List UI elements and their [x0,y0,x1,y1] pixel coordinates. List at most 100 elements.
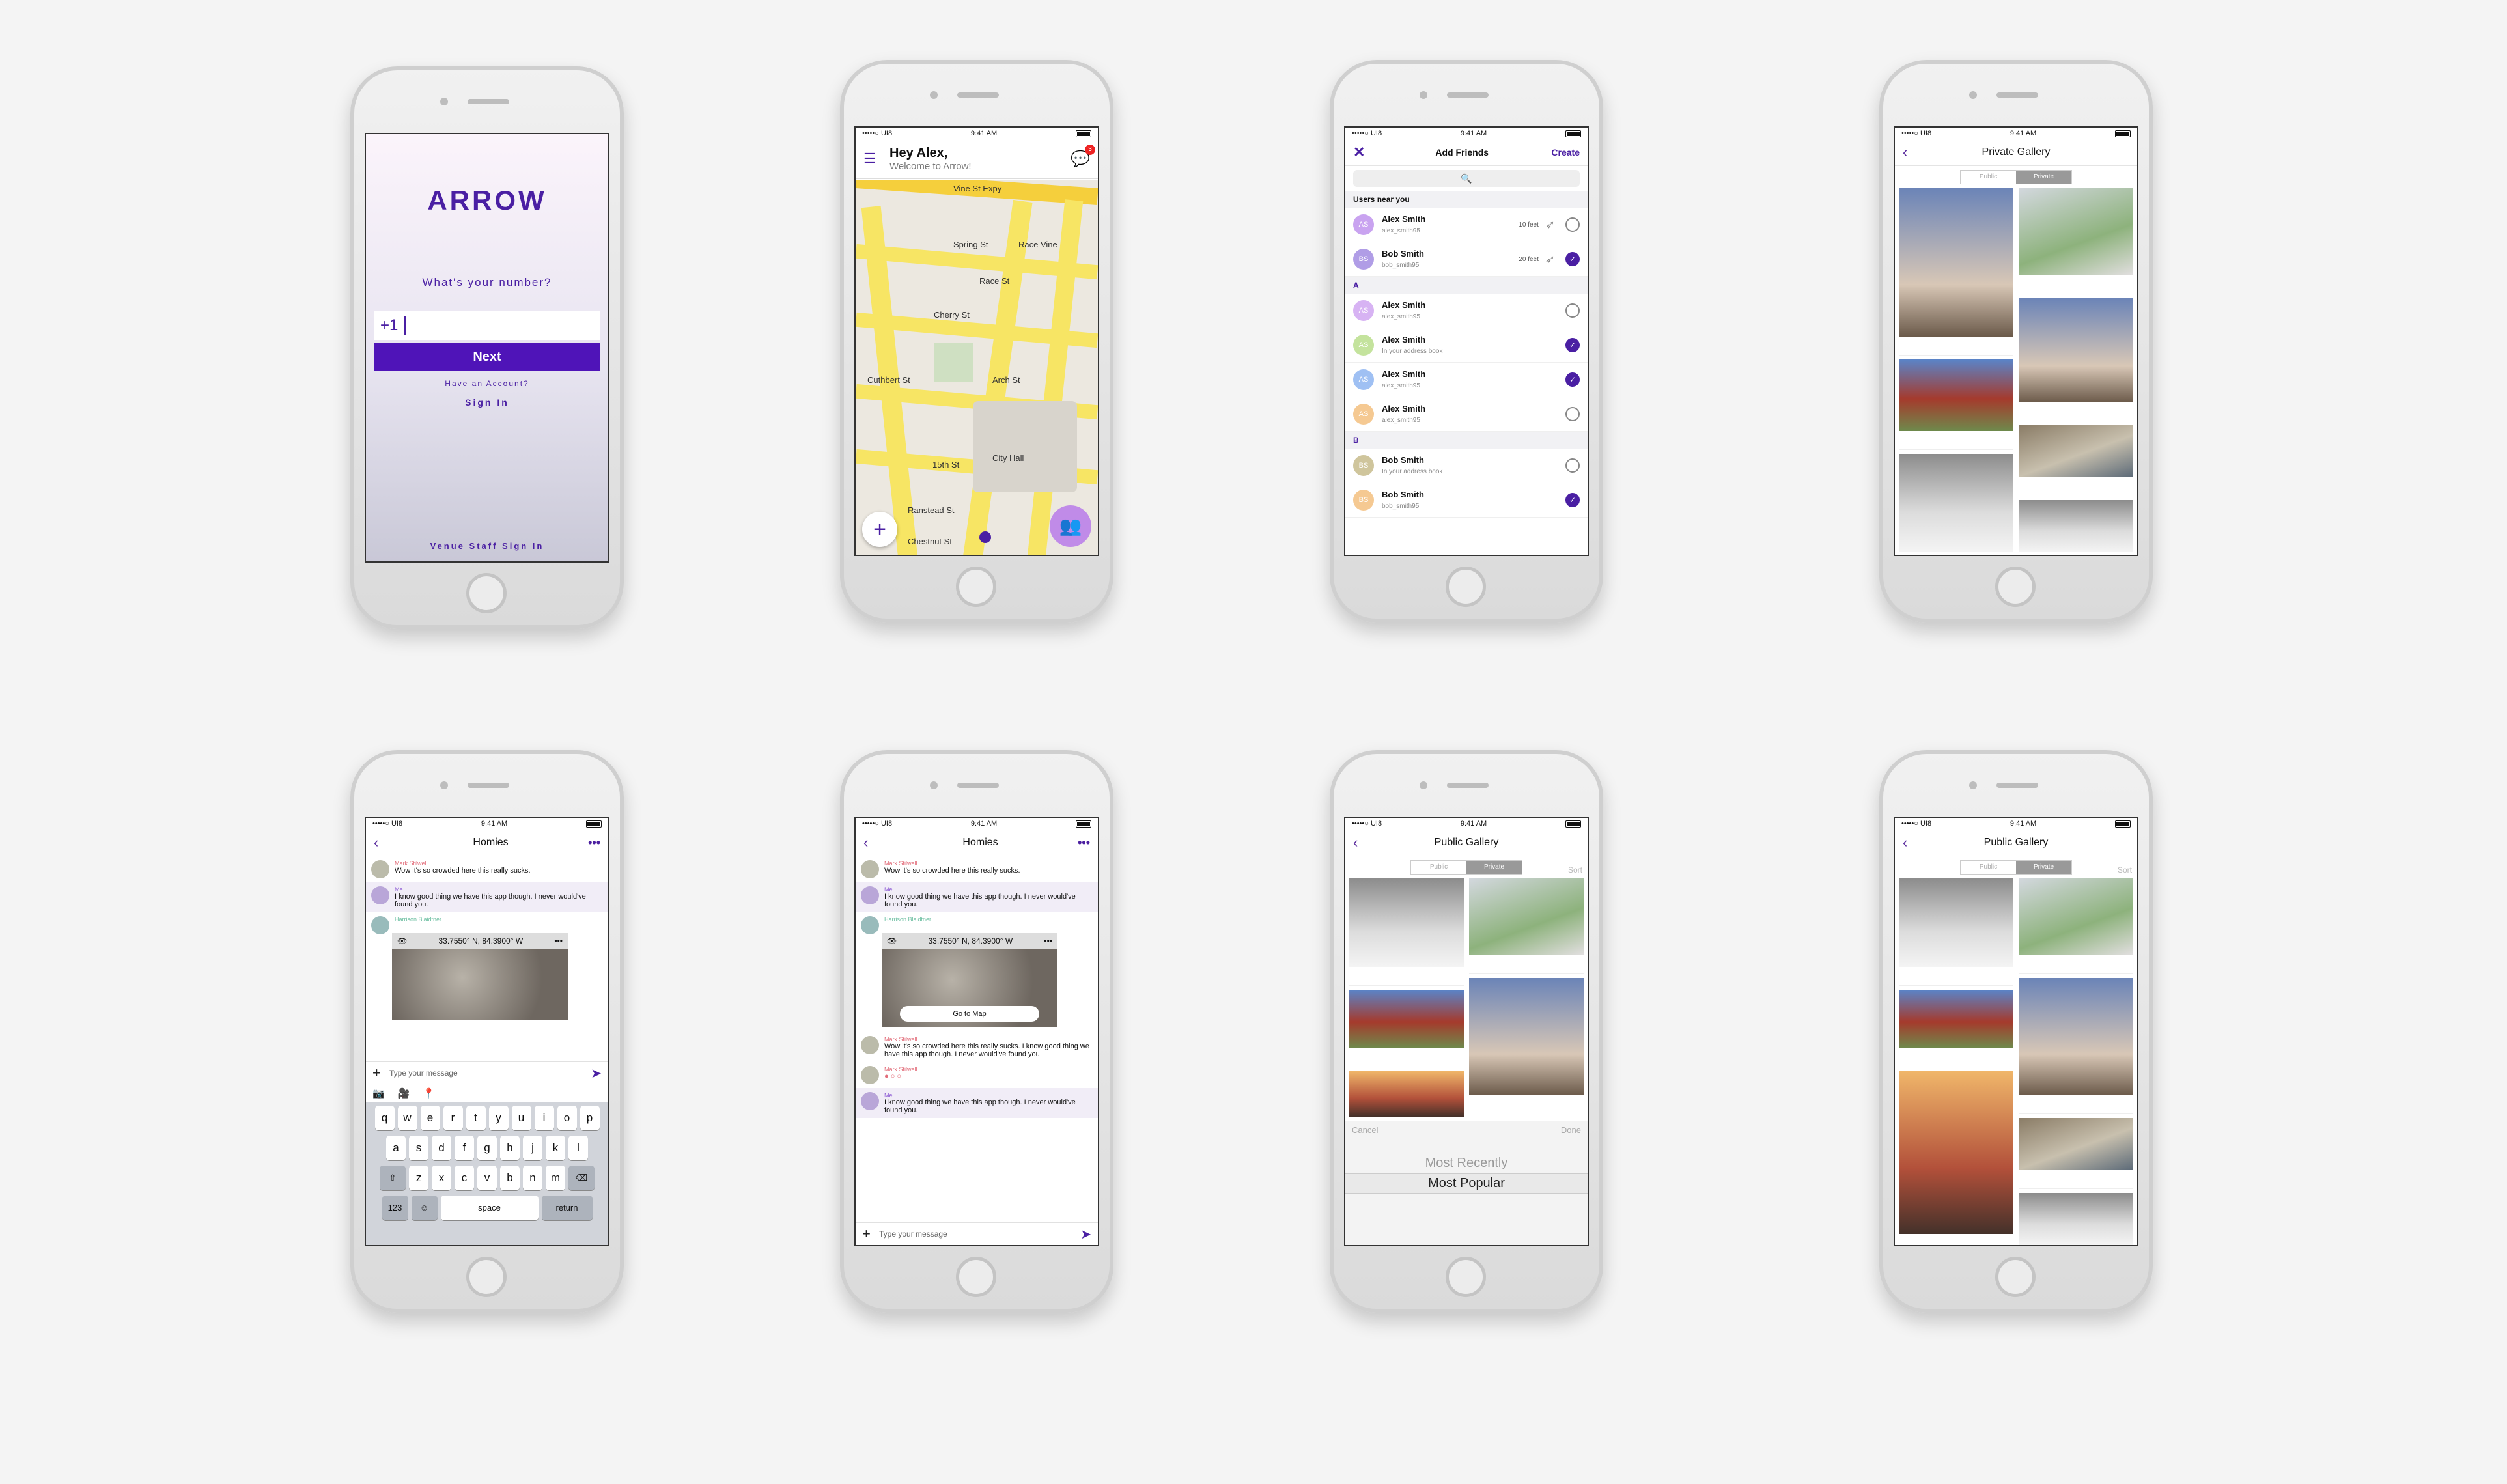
photo[interactable] [2019,188,2133,275]
friend-row[interactable]: AS Alex Smith alex_smith95 [1345,294,1588,328]
home-button[interactable] [1446,1257,1486,1297]
photo[interactable] [2019,978,2133,1095]
camera-icon[interactable]: 📷 [372,1087,385,1099]
key[interactable]: u [511,1106,531,1130]
create-button[interactable]: Create [1551,147,1580,158]
sort-button[interactable]: Sort [1568,865,1582,875]
message-input[interactable]: Type your message [879,1229,1080,1239]
key[interactable]: v [477,1166,497,1190]
photo[interactable] [2019,425,2133,477]
photo[interactable] [2019,1118,2133,1170]
key[interactable]: x [432,1166,451,1190]
key[interactable]: a [386,1136,406,1160]
location-card[interactable]: 👁 33.7550° N, 84.3900° W ••• Go to Map [882,933,1057,1027]
home-button[interactable] [1995,1257,2036,1297]
key[interactable]: j [523,1136,542,1160]
tab-private[interactable]: Private [1466,861,1522,874]
tab-public[interactable]: Public [1961,171,2016,184]
more-icon[interactable]: ••• [1044,936,1052,945]
sort-option-popular[interactable]: Most Popular [1345,1173,1588,1194]
return-key[interactable]: return [541,1196,593,1220]
back-icon[interactable]: ‹ [1353,834,1373,851]
send-icon[interactable]: ➤ [591,1065,602,1082]
home-button[interactable] [956,567,996,607]
select-checkbox[interactable] [1565,303,1580,318]
go-to-map-button[interactable]: Go to Map [900,1006,1039,1022]
photo[interactable] [1349,990,1464,1048]
key[interactable]: i [534,1106,554,1130]
friend-row[interactable]: AS Alex Smith alex_smith95 10 feet ➶ [1345,208,1588,242]
numbers-key[interactable]: 123 [382,1196,408,1220]
photo[interactable] [1899,878,2013,967]
key[interactable]: c [455,1166,474,1190]
more-icon[interactable]: ••• [1078,836,1090,850]
photo[interactable] [2019,298,2133,402]
photo[interactable] [1899,990,2013,1048]
search-input[interactable]: 🔍 [1353,170,1580,187]
friend-row[interactable]: BS Bob Smith In your address book [1345,449,1588,483]
home-button[interactable] [466,1257,507,1297]
tab-public[interactable]: Public [1411,861,1466,874]
send-icon[interactable]: ➤ [1080,1226,1091,1242]
photo[interactable] [1349,878,1464,967]
back-icon[interactable]: ‹ [1903,144,1922,161]
friend-row[interactable]: AS Alex Smith alex_smith95 ✓ [1345,363,1588,397]
select-checkbox[interactable] [1565,407,1580,421]
home-button[interactable] [466,573,507,613]
key[interactable]: o [557,1106,577,1130]
plus-icon[interactable]: + [862,1225,879,1242]
sort-option-recent[interactable]: Most Recently [1345,1156,1588,1171]
key[interactable]: y [488,1106,509,1130]
home-button[interactable] [1995,567,2036,607]
tab-private[interactable]: Private [2016,861,2071,874]
photo[interactable] [2019,878,2133,955]
select-checkbox[interactable] [1565,458,1580,473]
done-button[interactable]: Done [1561,1125,1581,1135]
emoji-key[interactable]: ☺ [411,1196,438,1220]
photo[interactable] [2019,500,2133,552]
delete-key[interactable]: ⌫ [568,1166,595,1190]
key[interactable]: q [374,1106,395,1130]
photo[interactable] [1469,978,1584,1095]
map-view[interactable]: Vine St Expy Spring St Race Vine Race St… [856,180,1098,555]
select-checkbox[interactable]: ✓ [1565,338,1580,352]
sign-in-link[interactable]: Sign In [366,397,608,408]
key[interactable]: b [500,1166,520,1190]
next-button[interactable]: Next [374,343,600,371]
photo[interactable] [1469,878,1584,955]
key[interactable]: p [580,1106,600,1130]
venue-staff-sign-in-link[interactable]: Venue Staff Sign In [366,541,608,551]
close-icon[interactable]: ✕ [1353,144,1373,161]
location-card[interactable]: 👁 33.7550° N, 84.3900° W ••• [392,933,568,1020]
cancel-button[interactable]: Cancel [1352,1125,1378,1135]
menu-icon[interactable]: ☰ [863,150,878,167]
key[interactable]: l [568,1136,588,1160]
photo[interactable] [1349,1071,1464,1117]
key[interactable]: g [477,1136,497,1160]
key[interactable]: k [546,1136,565,1160]
group-icon[interactable]: 👥 [1050,505,1091,547]
phone-number-input[interactable]: +1 [374,311,600,340]
back-icon[interactable]: ‹ [1903,834,1922,851]
key[interactable]: w [397,1106,417,1130]
home-button[interactable] [1446,567,1486,607]
select-checkbox[interactable]: ✓ [1565,252,1580,266]
add-button[interactable]: + [862,512,897,547]
select-checkbox[interactable]: ✓ [1565,372,1580,387]
select-checkbox[interactable]: ✓ [1565,493,1580,507]
friend-row[interactable]: AS Alex Smith In your address book ✓ [1345,328,1588,363]
more-icon[interactable]: ••• [554,936,563,945]
select-checkbox[interactable] [1565,217,1580,232]
shift-key[interactable]: ⇧ [380,1166,406,1190]
tab-private[interactable]: Private [2016,171,2071,184]
key[interactable]: d [432,1136,451,1160]
photo[interactable] [1899,454,2013,552]
key[interactable]: h [500,1136,520,1160]
plus-icon[interactable]: + [372,1065,389,1082]
sort-button[interactable]: Sort [2118,865,2132,875]
photo[interactable] [1899,1071,2013,1234]
chat-icon[interactable]: 💬 3 [1071,144,1095,169]
key[interactable]: m [546,1166,565,1190]
more-icon[interactable]: ••• [588,836,600,850]
space-key[interactable]: space [440,1196,539,1220]
